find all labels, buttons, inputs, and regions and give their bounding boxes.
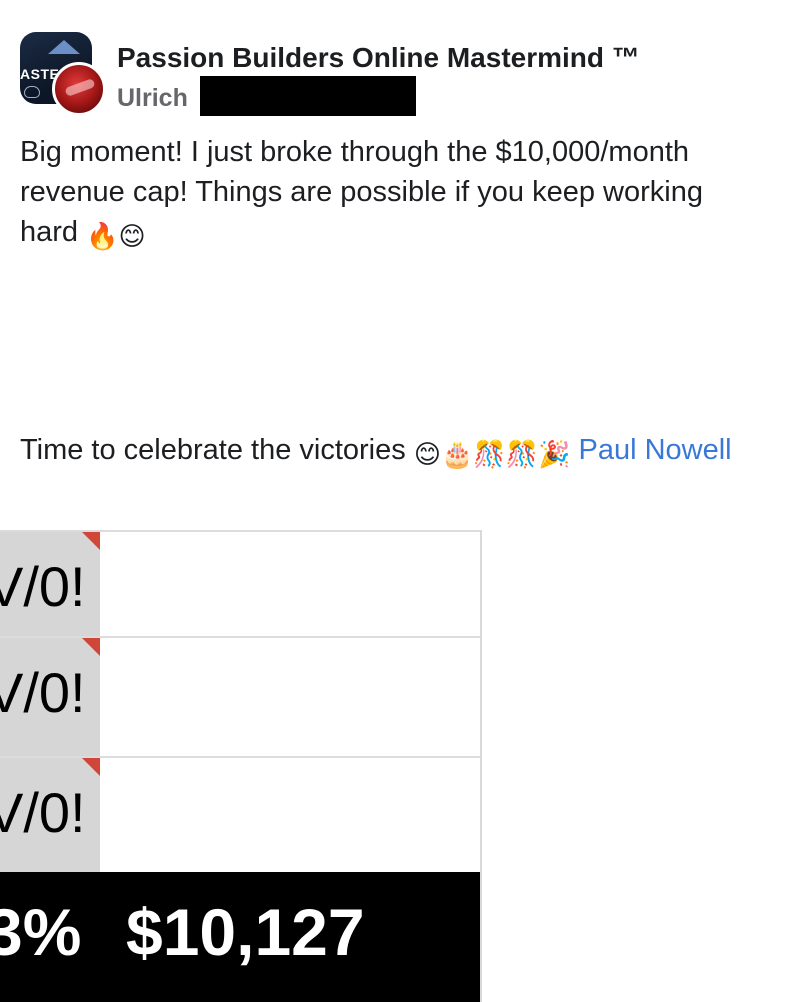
error-value: V/0!: [0, 781, 86, 844]
spreadsheet-cell: V/0!: [0, 758, 100, 878]
error-value: V/0!: [0, 555, 86, 618]
group-name-link[interactable]: Passion Builders Online Mastermind ™: [117, 42, 640, 74]
cake-emoji-icon: 🎂: [440, 439, 474, 469]
error-value: V/0!: [0, 661, 86, 724]
spreadsheet-total-row: 3% $10,127: [0, 872, 480, 1002]
total-amount: $10,127: [126, 895, 365, 969]
mention-link[interactable]: Paul Nowell: [579, 434, 732, 466]
spreadsheet-image[interactable]: V/0! V/0! V/0! 3% $10,127: [0, 530, 482, 1002]
comment-flag-icon: [82, 758, 100, 780]
post-avatar[interactable]: ASTE: [20, 32, 106, 116]
avatar-highlight: [64, 78, 96, 97]
celebrate-content: Time to celebrate the victories: [20, 434, 406, 466]
spreadsheet-row: V/0!: [0, 756, 480, 878]
spreadsheet-row: V/0!: [0, 636, 480, 758]
spreadsheet-row: V/0!: [0, 530, 480, 652]
smile-emoji-icon: 😊: [118, 221, 146, 251]
post-body-text: Big moment! I just broke through the $10…: [20, 132, 760, 252]
mountain-icon: [48, 40, 80, 54]
comment-flag-icon: [82, 532, 100, 554]
fire-emoji-icon: 🔥: [86, 221, 119, 251]
spreadsheet-cell: V/0!: [0, 638, 100, 758]
comment-flag-icon: [82, 638, 100, 660]
brain-icon: [24, 86, 40, 98]
confetti-ball-emoji-icon: 🎊: [473, 439, 506, 469]
party-popper-emoji-icon: 🎉: [538, 439, 571, 469]
confetti-ball-emoji-icon: 🎊: [505, 439, 539, 469]
smile-emoji-icon: 😊: [413, 439, 441, 469]
spreadsheet-cell: V/0!: [0, 532, 100, 652]
post-celebrate-text: Time to celebrate the victories 😊🎂🎊🎊🎉 Pa…: [20, 429, 760, 471]
total-percent: 3%: [0, 895, 82, 969]
redaction-bar: [200, 76, 416, 116]
author-name-link[interactable]: Ulrich: [117, 84, 188, 113]
user-profile-icon[interactable]: [52, 62, 106, 116]
